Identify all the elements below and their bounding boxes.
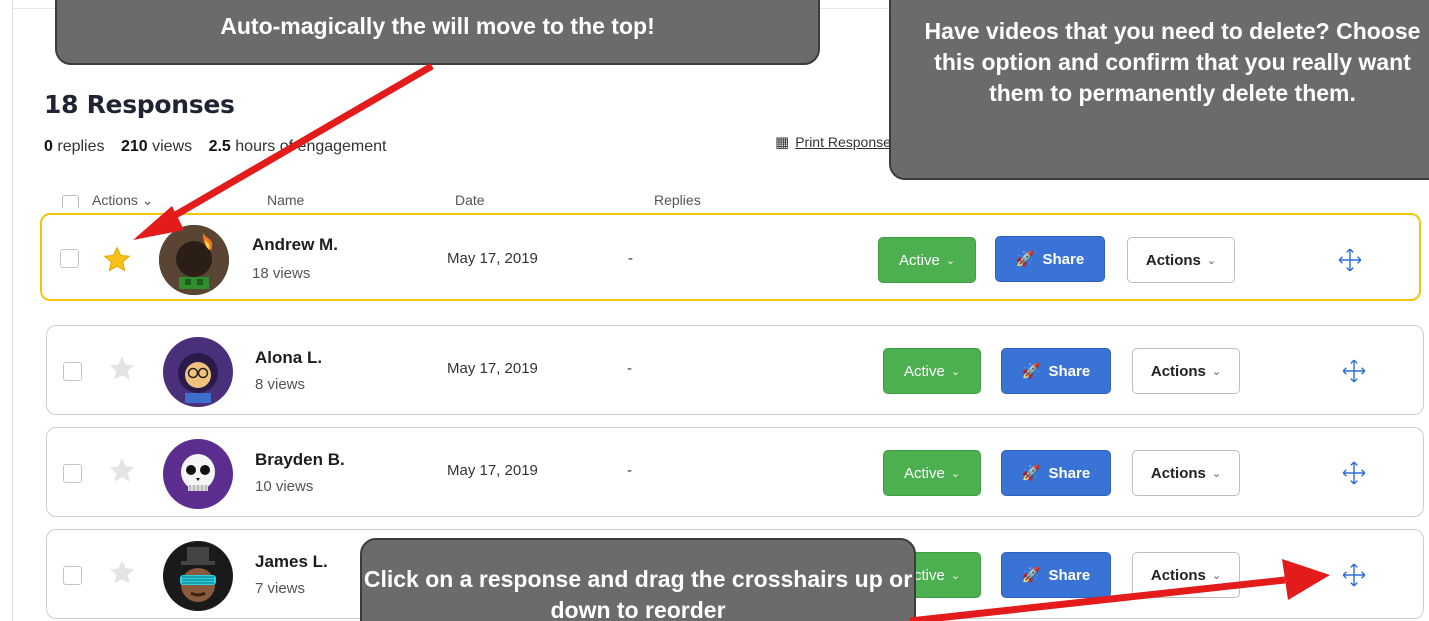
share-button[interactable]: 🚀 Share <box>1001 552 1111 598</box>
response-date: May 17, 2019 <box>447 462 538 479</box>
chevron-down-icon: ⌄ <box>1211 365 1222 378</box>
views-count: 210 <box>120 138 148 155</box>
reply-count: - <box>627 360 632 377</box>
print-link-label: Print Responses <box>795 134 898 150</box>
response-date: May 17, 2019 <box>447 360 538 377</box>
row-checkbox[interactable] <box>63 362 82 381</box>
actions-dropdown[interactable]: Actions ⌄ <box>1127 237 1235 283</box>
responder-name[interactable]: Andrew M. <box>252 235 338 255</box>
row-checkbox[interactable] <box>60 249 79 268</box>
rocket-icon: 🚀 <box>1021 465 1041 482</box>
table-row[interactable]: Andrew M. 18 views May 17, 2019 - Active… <box>40 213 1421 301</box>
chevron-down-icon: ⌄ <box>950 365 961 378</box>
share-label: Share <box>1042 250 1085 268</box>
avatar <box>159 225 229 295</box>
star-icon[interactable] <box>107 456 137 486</box>
move-crosshair-icon[interactable] <box>1341 562 1367 588</box>
reply-count: - <box>627 462 632 479</box>
actions-label: Actions <box>1150 566 1206 584</box>
row-checkbox[interactable] <box>63 566 82 585</box>
actions-label: Actions <box>1150 464 1206 482</box>
page-edge <box>12 0 13 621</box>
callout-featured-tip: Auto-magically the will move to the top! <box>55 0 820 65</box>
move-crosshair-icon[interactable] <box>1341 460 1367 486</box>
responder-name[interactable]: Alona L. <box>255 348 322 368</box>
chevron-down-icon: ⌄ <box>1211 467 1222 480</box>
star-icon[interactable] <box>102 245 132 275</box>
view-count: 7 views <box>255 580 306 597</box>
view-count: 10 views <box>255 478 314 495</box>
view-count: 18 views <box>252 265 311 282</box>
share-button[interactable]: 🚀 Share <box>1001 450 1111 496</box>
page-title: 18 Responses <box>44 90 235 119</box>
replies-label: replies <box>57 138 105 155</box>
engagement-label: hours of engagement <box>235 138 387 155</box>
move-crosshair-icon[interactable] <box>1337 247 1363 273</box>
name-header[interactable]: Name <box>267 192 304 208</box>
actions-label: Actions <box>1145 251 1201 269</box>
table-row[interactable]: Alona L. 8 views May 17, 2019 - Active ⌄… <box>46 325 1424 415</box>
share-label: Share <box>1048 362 1091 380</box>
replies-count: 0 <box>44 138 53 155</box>
actions-label: Actions <box>1150 362 1206 380</box>
views-label: views <box>152 138 193 155</box>
status-label: Active <box>898 251 940 269</box>
callout-delete-tip: Have videos that you need to delete? Cho… <box>889 0 1429 180</box>
row-checkbox[interactable] <box>63 464 82 483</box>
share-label: Share <box>1048 566 1091 584</box>
table-row[interactable]: Brayden B. 10 views May 17, 2019 - Activ… <box>46 427 1424 517</box>
actions-dropdown[interactable]: Actions ⌄ <box>1132 450 1240 496</box>
avatar <box>163 337 233 407</box>
qr-code-icon: ▦ <box>775 134 790 151</box>
chevron-down-icon: ⌄ <box>950 569 961 582</box>
status-dropdown[interactable]: Active ⌄ <box>883 348 981 394</box>
share-button[interactable]: 🚀 Share <box>1001 348 1111 394</box>
replies-header[interactable]: Replies <box>654 192 701 208</box>
rocket-icon: 🚀 <box>1021 363 1041 380</box>
actions-dropdown[interactable]: Actions ⌄ <box>1132 348 1240 394</box>
status-label: Active <box>903 464 945 482</box>
actions-dropdown[interactable]: Actions ⌄ <box>1132 552 1240 598</box>
star-icon[interactable] <box>107 354 137 384</box>
responder-name[interactable]: Brayden B. <box>255 450 345 470</box>
chevron-down-icon: ⌄ <box>945 254 956 267</box>
avatar <box>163 439 233 509</box>
status-dropdown[interactable]: Active ⌄ <box>883 450 981 496</box>
print-responses-link[interactable]: ▦ Print Responses <box>775 133 898 151</box>
response-stats: 0 replies 210 views 2.5 hours of engagem… <box>44 138 387 156</box>
move-crosshair-icon[interactable] <box>1341 358 1367 384</box>
share-label: Share <box>1048 464 1091 482</box>
date-header[interactable]: Date <box>455 192 485 208</box>
chevron-down-icon: ⌄ <box>950 467 961 480</box>
responder-name[interactable]: James L. <box>255 552 328 572</box>
star-icon[interactable] <box>107 558 137 588</box>
share-button[interactable]: 🚀 Share <box>995 236 1105 282</box>
actions-header[interactable]: Actions ⌄ <box>92 192 154 208</box>
avatar <box>163 541 233 611</box>
reply-count: - <box>628 250 633 267</box>
rocket-icon: 🚀 <box>1021 567 1041 584</box>
view-count: 8 views <box>255 376 306 393</box>
status-dropdown[interactable]: Active ⌄ <box>878 237 976 283</box>
engagement-count: 2.5 <box>208 138 231 155</box>
chevron-down-icon: ⌄ <box>1206 254 1217 267</box>
chevron-down-icon: ⌄ <box>1211 569 1222 582</box>
rocket-icon: 🚀 <box>1015 251 1035 268</box>
select-all-checkbox[interactable] <box>62 195 79 208</box>
response-date: May 17, 2019 <box>447 250 538 267</box>
callout-reorder-tip: Click on a response and drag the crossha… <box>360 538 916 621</box>
status-label: Active <box>903 362 945 380</box>
table-header: Actions ⌄ Name Date Replies <box>62 192 762 208</box>
